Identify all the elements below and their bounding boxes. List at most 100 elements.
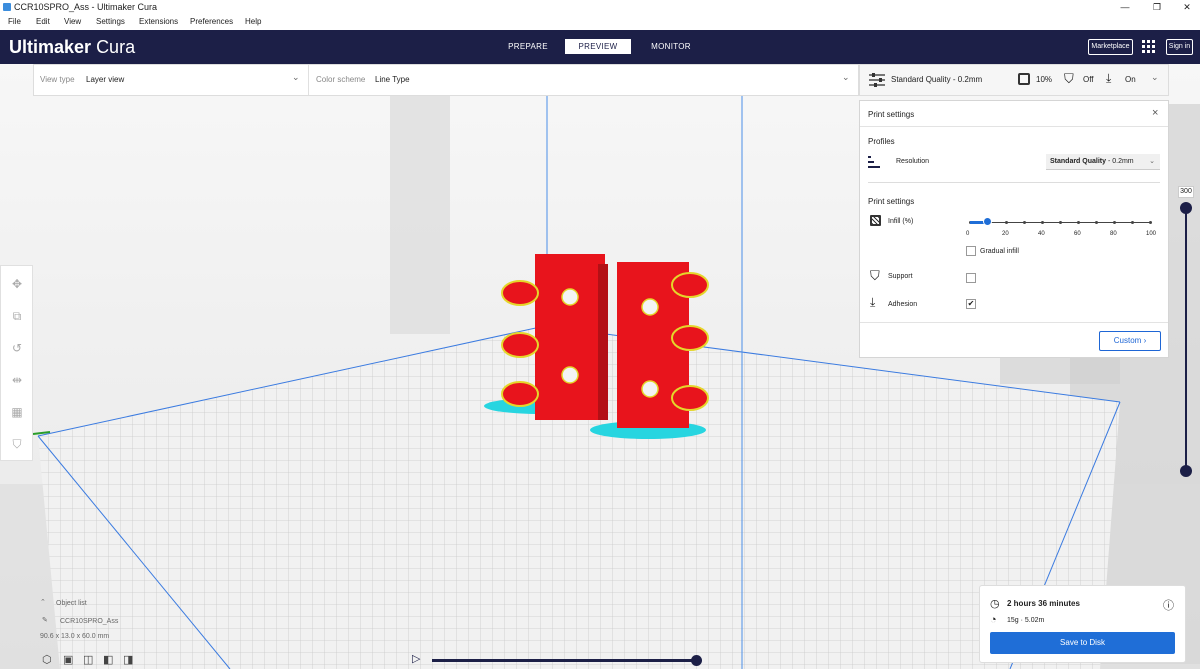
layer-slider-bottom-handle[interactable] bbox=[1180, 465, 1192, 477]
simulation-slider-track[interactable] bbox=[432, 659, 698, 662]
adhesion-summary: On bbox=[1125, 75, 1136, 84]
move-icon[interactable]: ✥ bbox=[9, 276, 25, 292]
logo-main: Ultimaker bbox=[9, 37, 92, 57]
chevron-right-icon: › bbox=[1143, 336, 1147, 345]
gradual-infill-label: Gradual infill bbox=[980, 248, 1019, 255]
scale-icon[interactable]: ⧉ bbox=[9, 308, 25, 324]
custom-button-label: Custom bbox=[1113, 336, 1142, 345]
menu-file[interactable]: File bbox=[8, 14, 21, 30]
infill-icon bbox=[870, 215, 881, 226]
chevron-down-icon[interactable]: ⌄ bbox=[842, 72, 850, 83]
material-icon: ◔ bbox=[990, 614, 997, 626]
mirror-icon[interactable]: ⇹ bbox=[9, 372, 25, 388]
settings-sliders-icon bbox=[869, 73, 885, 87]
sign-in-button[interactable]: Sign in bbox=[1166, 39, 1193, 55]
resolution-dropdown-value: Standard Quality bbox=[1050, 158, 1107, 165]
chevron-down-icon[interactable]: ⌄ bbox=[292, 72, 300, 83]
support-icon: ⛉ bbox=[870, 268, 880, 283]
maximize-icon[interactable]: ❐ bbox=[1142, 0, 1172, 14]
menu-preferences[interactable]: Preferences bbox=[190, 14, 233, 30]
marketplace-button[interactable]: Marketplace bbox=[1088, 39, 1133, 55]
gradual-infill-checkbox[interactable] bbox=[966, 246, 976, 256]
view-left-icon[interactable]: ◧ bbox=[103, 653, 113, 666]
applications-grid-icon[interactable] bbox=[1142, 40, 1156, 54]
simulation-slider-handle[interactable] bbox=[691, 655, 702, 666]
view-right-icon[interactable]: ◨ bbox=[123, 653, 133, 666]
print-setup-summary[interactable]: Standard Quality - 0.2mm 10% ⛉ Off ⤓ On … bbox=[859, 64, 1169, 96]
infill-tick-label: 60 bbox=[1074, 231, 1081, 237]
divider bbox=[308, 65, 309, 95]
infill-tick-mark bbox=[1023, 221, 1026, 224]
quality-profile-text: Standard Quality - 0.2mm bbox=[891, 75, 983, 84]
infill-icon bbox=[1018, 73, 1030, 85]
close-icon[interactable]: × bbox=[1152, 107, 1158, 119]
close-icon[interactable]: ✕ bbox=[1172, 0, 1200, 14]
model-part-left bbox=[535, 254, 605, 420]
logo-sub: Cura bbox=[96, 37, 136, 57]
adhesion-icon: ⤓ bbox=[870, 295, 876, 309]
menu-edit[interactable]: Edit bbox=[36, 14, 50, 30]
resolution-icon bbox=[868, 156, 880, 168]
chevron-down-icon: ⌄ bbox=[1149, 158, 1155, 165]
save-to-disk-button[interactable]: Save to Disk bbox=[990, 632, 1175, 654]
layer-slider-track[interactable] bbox=[1185, 208, 1187, 470]
edit-pencil-icon[interactable]: ✎ bbox=[42, 616, 48, 624]
view-3d-icon[interactable]: ⬡ bbox=[42, 653, 52, 666]
layer-max-value[interactable]: 300 bbox=[1178, 186, 1194, 198]
object-name: CCR10SPRO_Ass bbox=[60, 618, 119, 625]
profiles-label: Profiles bbox=[868, 137, 895, 146]
rotate-icon[interactable]: ↺ bbox=[9, 340, 25, 356]
chevron-up-icon[interactable]: ⌃ bbox=[40, 598, 46, 606]
color-scheme-label: Color scheme bbox=[316, 75, 366, 84]
view-type-dropdown[interactable]: Layer view bbox=[86, 75, 124, 84]
infill-tick-mark bbox=[1005, 221, 1008, 224]
ultimaker-cura-logo: Ultimaker Cura bbox=[9, 36, 135, 58]
menu-settings[interactable]: Settings bbox=[96, 14, 125, 30]
resolution-label: Resolution bbox=[896, 158, 930, 165]
infill-tick-label: 80 bbox=[1110, 231, 1117, 237]
resolution-dropdown-suffix: - 0.2mm bbox=[1106, 158, 1134, 165]
layer-slider-top-handle[interactable] bbox=[1180, 202, 1192, 214]
chevron-down-icon[interactable]: ⌄ bbox=[1151, 72, 1159, 83]
cura-app-icon bbox=[3, 3, 11, 11]
menu-extensions[interactable]: Extensions bbox=[139, 14, 178, 30]
panel-title: Print settings bbox=[868, 110, 915, 119]
menu-view[interactable]: View bbox=[64, 14, 81, 30]
support-checkbox[interactable] bbox=[966, 273, 976, 283]
divider bbox=[860, 322, 1168, 323]
window-titlebar: CCR10SPRO_Ass - Ultimaker Cura — ❐ ✕ bbox=[0, 0, 1200, 14]
infill-tick-label: 0 bbox=[966, 231, 970, 237]
custom-settings-button[interactable]: Custom › bbox=[1099, 331, 1161, 351]
object-dimensions: 90.6 x 13.0 x 60.0 mm bbox=[40, 633, 110, 640]
support-blocker-icon[interactable]: ⛉ bbox=[9, 436, 25, 452]
print-settings-section-label: Print settings bbox=[868, 197, 915, 206]
infill-tick-mark bbox=[1041, 221, 1044, 224]
per-model-settings-icon[interactable]: ▦ bbox=[9, 404, 25, 420]
stage-monitor-tab[interactable]: MONITOR bbox=[640, 39, 702, 54]
infill-slider-handle[interactable] bbox=[983, 217, 992, 226]
minimize-icon[interactable]: — bbox=[1110, 0, 1140, 14]
infill-tick-mark bbox=[1113, 221, 1116, 224]
adhesion-checkbox[interactable]: ✔ bbox=[966, 299, 976, 309]
tool-panel: ✥ ⧉ ↺ ⇹ ▦ ⛉ bbox=[0, 265, 33, 461]
color-scheme-dropdown[interactable]: Line Type bbox=[375, 75, 410, 84]
infill-scale: 0 20 40 60 80 100 bbox=[964, 231, 1160, 241]
object-list-toggle[interactable]: Object list bbox=[56, 600, 87, 607]
infill-tick-label: 20 bbox=[1002, 231, 1009, 237]
view-options-bar: View type Layer view ⌄ Color scheme Line… bbox=[33, 64, 859, 96]
resolution-dropdown[interactable]: Standard Quality - 0.2mm ⌄ bbox=[1046, 154, 1160, 170]
adhesion-icon: ⤓ bbox=[1106, 71, 1112, 85]
info-icon[interactable]: ⓘ bbox=[1163, 597, 1174, 613]
view-front-icon[interactable]: ▣ bbox=[63, 653, 73, 666]
view-top-icon[interactable]: ◫ bbox=[83, 653, 93, 666]
menu-help[interactable]: Help bbox=[245, 14, 261, 30]
infill-tick-mark bbox=[1149, 221, 1152, 224]
play-icon[interactable]: ▷ bbox=[412, 652, 420, 665]
infill-tick-mark bbox=[1095, 221, 1098, 224]
stage-preview-tab[interactable]: PREVIEW bbox=[565, 39, 631, 54]
infill-slider[interactable] bbox=[969, 216, 1152, 230]
print-settings-panel: Print settings × Profiles Resolution Sta… bbox=[859, 100, 1169, 358]
stage-prepare-tab[interactable]: PREPARE bbox=[497, 39, 559, 54]
infill-tick-label: 100 bbox=[1146, 231, 1157, 237]
app-header: Ultimaker Cura PREPARE PREVIEW MONITOR M… bbox=[0, 30, 1200, 64]
